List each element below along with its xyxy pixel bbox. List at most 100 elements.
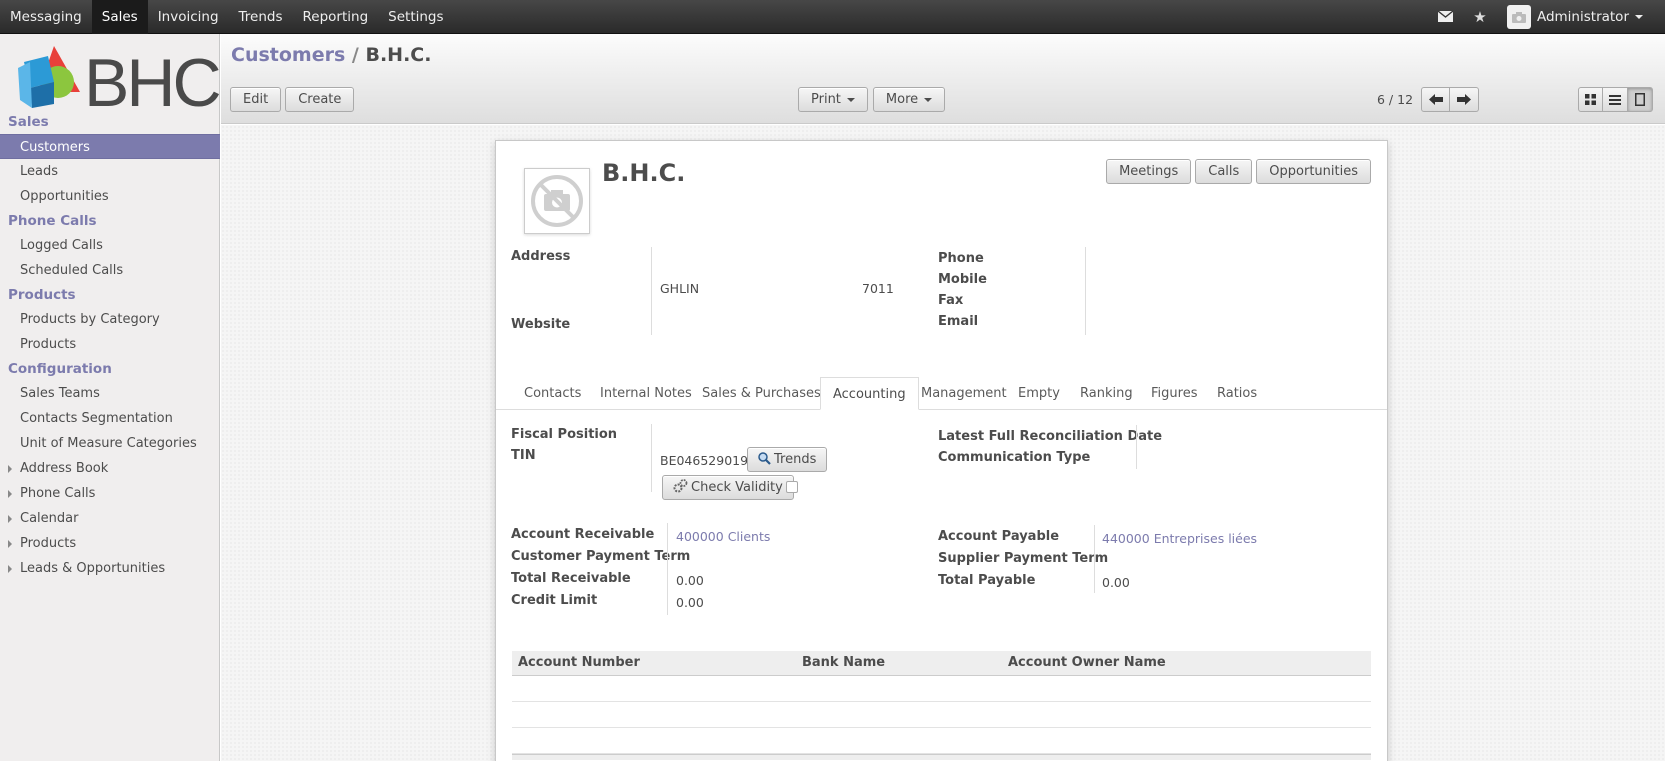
form-icon <box>1635 93 1645 106</box>
print-label: Print <box>811 92 841 107</box>
magnifier-icon <box>758 452 771 465</box>
breadcrumb: Customers / B.H.C. <box>231 44 431 66</box>
sidebar-item-products-by-category[interactable]: Products by Category <box>0 307 220 332</box>
top-menu-reporting[interactable]: Reporting <box>293 0 379 34</box>
check-validity-button[interactable]: Check Validity <box>662 475 794 500</box>
top-menu-settings[interactable]: Settings <box>378 0 453 34</box>
credit-limit-value: 0.00 <box>676 595 704 610</box>
address-label: Address <box>511 249 571 264</box>
caret-right-icon <box>8 565 12 573</box>
arrow-left-icon <box>1428 94 1443 105</box>
partner-image[interactable] <box>524 168 590 234</box>
content-area: B.H.C. Meetings Calls Opportunities Addr… <box>221 125 1665 761</box>
sidebar-nav: Sales Customers Leads Opportunities Phon… <box>0 110 220 581</box>
tab-ranking[interactable]: Ranking <box>1068 377 1145 410</box>
credit-limit-label: Credit Limit <box>511 593 598 608</box>
create-button[interactable]: Create <box>285 87 355 112</box>
field-separator <box>651 424 652 492</box>
pager-previous-button[interactable] <box>1421 87 1451 112</box>
pager-next-button[interactable] <box>1450 87 1480 112</box>
caret-right-icon <box>8 515 12 523</box>
avatar[interactable] <box>1506 5 1531 29</box>
mobile-label: Mobile <box>938 272 987 287</box>
zip-value: 7011 <box>862 281 894 296</box>
more-label: More <box>885 92 919 107</box>
account-payable-label: Account Payable <box>938 529 1060 544</box>
bank-accounts-table: Account Number Bank Name Account Owner N… <box>512 651 1371 760</box>
no-image-icon <box>531 175 583 227</box>
tab-management[interactable]: Management <box>909 377 1019 410</box>
column-header-account-number[interactable]: Account Number <box>518 655 640 670</box>
more-dropdown[interactable]: More <box>872 87 946 112</box>
list-icon <box>1609 94 1621 105</box>
trends-button[interactable]: Trends <box>747 447 828 472</box>
sidebar-item-leads[interactable]: Leads <box>0 159 220 184</box>
calls-button[interactable]: Calls <box>1195 159 1253 184</box>
sidebar-item-products[interactable]: Products <box>0 332 220 357</box>
sidebar-tree-label: Phone Calls <box>20 486 96 501</box>
top-menu-invoicing[interactable]: Invoicing <box>148 0 229 34</box>
sidebar-item-customers[interactable]: Customers <box>0 134 220 159</box>
kanban-view-button[interactable] <box>1578 87 1603 112</box>
total-receivable-value: 0.00 <box>676 573 704 588</box>
sidebar-item-sales-teams[interactable]: Sales Teams <box>0 381 220 406</box>
sidebar-item-logged-calls[interactable]: Logged Calls <box>0 233 220 258</box>
tab-internal-notes[interactable]: Internal Notes <box>588 377 704 410</box>
edit-button[interactable]: Edit <box>230 87 282 112</box>
city-value: GHLIN <box>660 281 700 296</box>
sidebar-buttons: Print More <box>798 87 946 112</box>
sidebar-tree-leads-opportunities[interactable]: Leads & Opportunities <box>0 556 220 581</box>
supplier-payment-term-label: Supplier Payment Term <box>938 551 1109 566</box>
print-dropdown[interactable]: Print <box>798 87 868 112</box>
control-panel: Customers / B.H.C. Edit Create Print Mor… <box>221 34 1665 124</box>
sidebar-tree-label: Address Book <box>20 461 109 476</box>
breadcrumb-parent[interactable]: Customers <box>231 44 345 66</box>
tab-ratios[interactable]: Ratios <box>1205 377 1269 410</box>
kanban-icon <box>1585 94 1596 105</box>
tab-sales-purchases[interactable]: Sales & Purchases <box>690 377 833 410</box>
top-menu-messaging[interactable]: Messaging <box>0 0 92 34</box>
tab-figures[interactable]: Figures <box>1139 377 1209 410</box>
top-menu-trends[interactable]: Trends <box>229 0 293 34</box>
table-header: Account Number Bank Name Account Owner N… <box>512 651 1371 676</box>
chevron-down-icon <box>1635 15 1643 19</box>
column-header-bank-name[interactable]: Bank Name <box>802 655 885 670</box>
tab-contacts[interactable]: Contacts <box>512 377 593 410</box>
pager-value[interactable]: 6 / 12 <box>1377 92 1413 107</box>
account-receivable-label: Account Receivable <box>511 527 655 542</box>
sidebar-item-scheduled-calls[interactable]: Scheduled Calls <box>0 258 220 283</box>
sidebar-tree-products[interactable]: Products <box>0 531 220 556</box>
column-header-owner-name[interactable]: Account Owner Name <box>1008 655 1166 670</box>
field-separator <box>1136 425 1137 469</box>
sidebar-section-configuration: Configuration <box>8 361 112 377</box>
sidebar-item-uom-categories[interactable]: Unit of Measure Categories <box>0 431 220 456</box>
form-buttons: Edit Create <box>230 87 355 112</box>
vat-subjected-checkbox[interactable] <box>786 481 798 493</box>
sidebar-item-contacts-segmentation[interactable]: Contacts Segmentation <box>0 406 220 431</box>
mail-icon[interactable] <box>1429 8 1463 26</box>
smart-buttons: Meetings Calls Opportunities <box>1106 159 1371 184</box>
total-receivable-label: Total Receivable <box>511 571 631 586</box>
meetings-button[interactable]: Meetings <box>1106 159 1192 184</box>
list-view-button[interactable] <box>1603 87 1628 112</box>
tab-empty[interactable]: Empty <box>1006 377 1072 410</box>
sidebar-section-sales: Sales <box>8 114 49 130</box>
form-view-button[interactable] <box>1628 87 1653 112</box>
caret-right-icon <box>8 540 12 548</box>
tab-accounting[interactable]: Accounting <box>820 377 919 410</box>
gears-icon <box>673 479 688 493</box>
field-separator <box>1085 247 1086 335</box>
table-row <box>512 676 1371 702</box>
star-icon[interactable]: ★ <box>1463 8 1497 26</box>
communication-type-label: Communication Type <box>938 450 1091 465</box>
sidebar-tree-calendar[interactable]: Calendar <box>0 506 220 531</box>
user-menu[interactable]: Administrator <box>1537 9 1643 25</box>
sidebar-tree-phone-calls[interactable]: Phone Calls <box>0 481 220 506</box>
account-receivable-link[interactable]: 400000 Clients <box>676 529 770 544</box>
opportunities-button[interactable]: Opportunities <box>1256 159 1371 184</box>
tin-label: TIN <box>511 448 536 463</box>
top-menu-sales[interactable]: Sales <box>91 0 148 34</box>
sidebar-item-opportunities[interactable]: Opportunities <box>0 184 220 209</box>
account-payable-link[interactable]: 440000 Entreprises liées <box>1102 531 1257 546</box>
sidebar-tree-address-book[interactable]: Address Book <box>0 456 220 481</box>
